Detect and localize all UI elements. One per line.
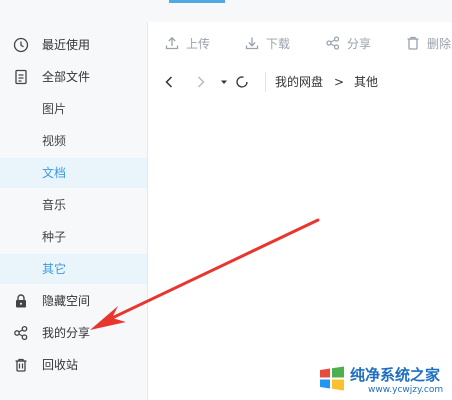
windows-logo-icon [320, 366, 344, 391]
watermark-url: www.ycwjzy.com [368, 385, 444, 395]
annotation-arrow [90, 218, 320, 330]
watermark-text: 纯净系统之家 [350, 366, 441, 384]
watermark-logo: 纯净系统之家 www.ycwjzy.com [312, 358, 452, 400]
